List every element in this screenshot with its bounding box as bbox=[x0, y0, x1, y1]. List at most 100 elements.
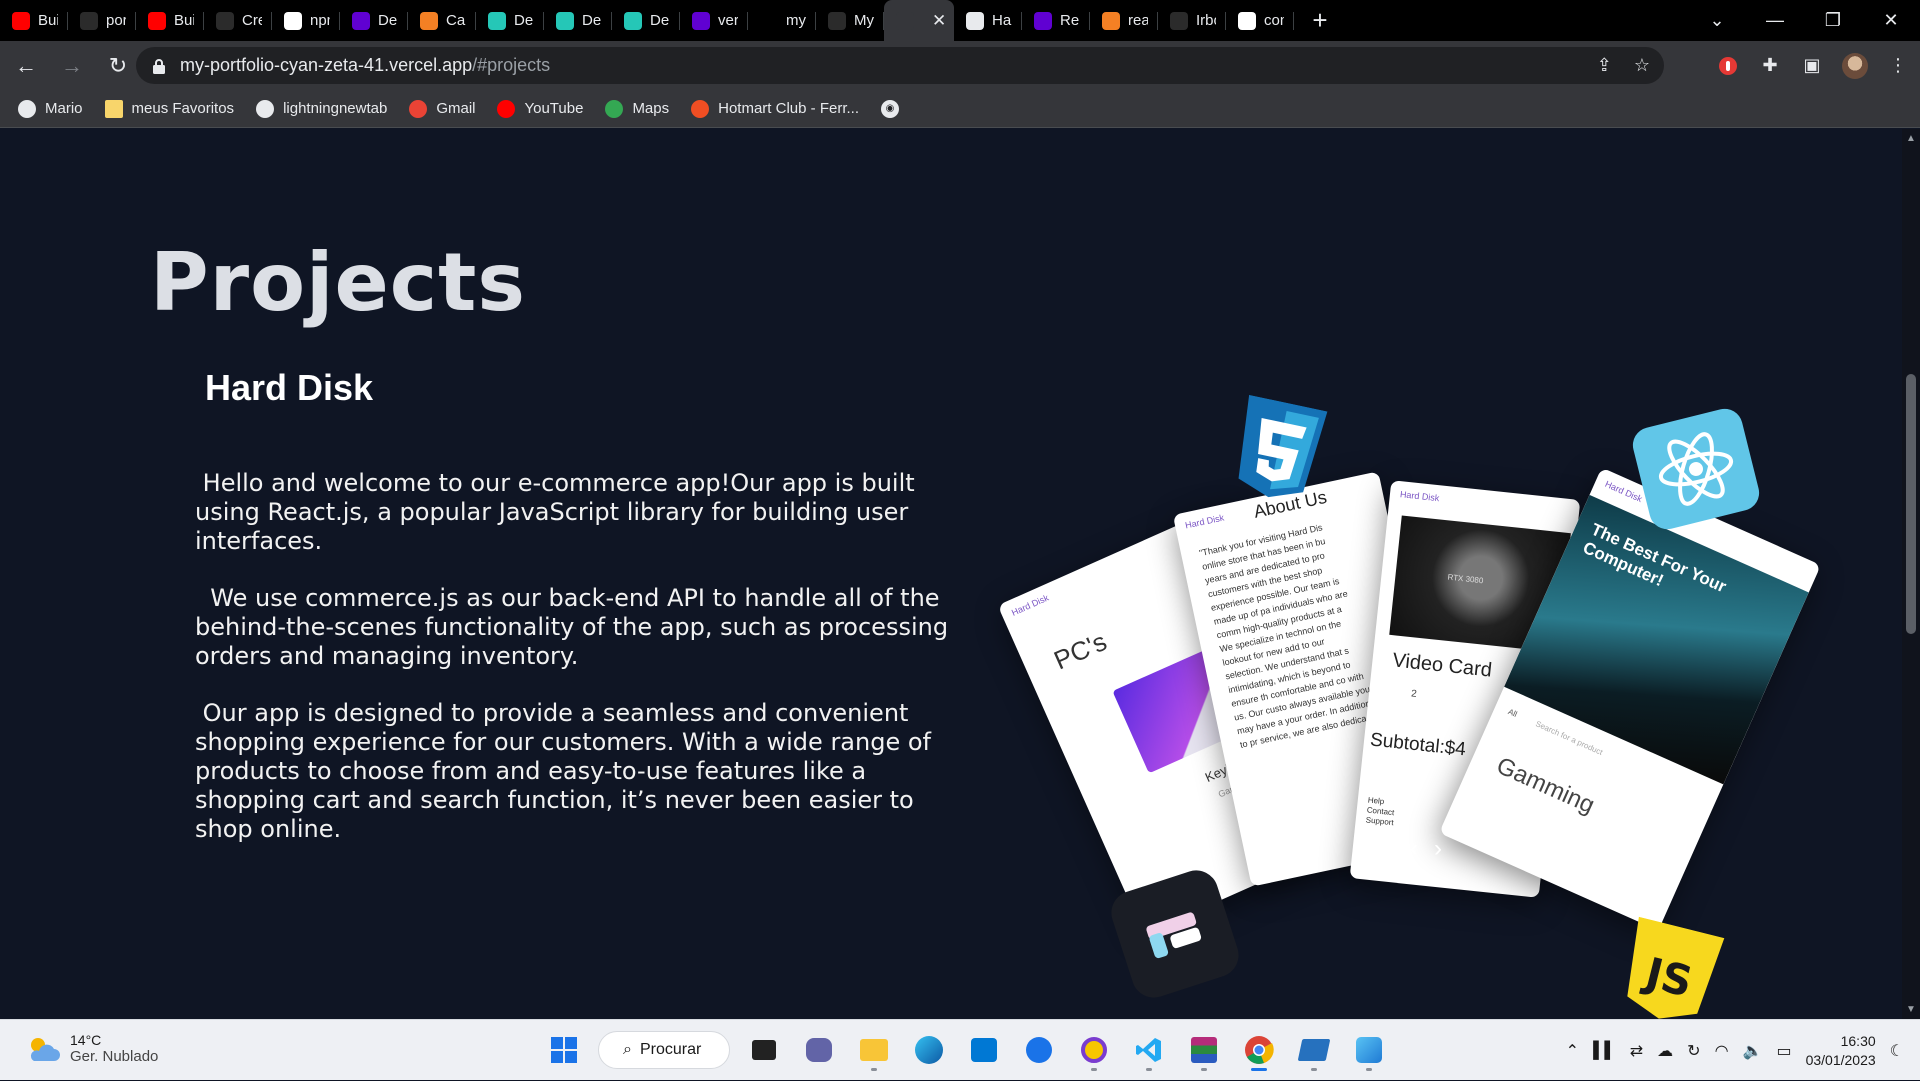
minimize-button[interactable]: — bbox=[1746, 0, 1804, 41]
edge-icon[interactable] bbox=[908, 1028, 950, 1072]
bookmark-list: Mario meus Favoritos lightningnewtab Gmail Y… bbox=[18, 99, 859, 118]
browser-tab[interactable]: com bbox=[1226, 0, 1294, 41]
description-paragraph-2: We use commerce.js as our back-end API t… bbox=[195, 584, 956, 670]
chat-icon[interactable] bbox=[798, 1028, 840, 1072]
forward-button[interactable]: → bbox=[52, 46, 92, 86]
winrar-icon[interactable] bbox=[1183, 1028, 1225, 1072]
browser-tab[interactable]: my-p bbox=[748, 0, 816, 41]
tab-title: Build bbox=[174, 12, 194, 29]
browser-tab[interactable]: verce bbox=[680, 0, 748, 41]
bookmark-item[interactable]: Mario bbox=[18, 99, 83, 118]
messenger-icon[interactable] bbox=[1018, 1028, 1060, 1072]
tab-title: Build bbox=[38, 12, 58, 29]
restore-button[interactable]: ❐ bbox=[1804, 0, 1862, 41]
bookmark-label: meus Favoritos bbox=[131, 100, 235, 117]
taskbar-search[interactable]: ⌕ Procurar bbox=[598, 1031, 730, 1069]
photos-icon[interactable] bbox=[1348, 1028, 1390, 1072]
browser-tab[interactable]: npm bbox=[272, 0, 340, 41]
description-paragraph-1: Hello and welcome to our e-commerce app!… bbox=[195, 469, 923, 555]
vscode-icon[interactable] bbox=[1128, 1028, 1170, 1072]
bookmark-item[interactable]: YouTube bbox=[497, 99, 583, 118]
bookmark-star-icon[interactable]: ☆ bbox=[1634, 55, 1650, 76]
file-explorer-icon[interactable] bbox=[853, 1028, 895, 1072]
search-icon: ⌕ bbox=[623, 1041, 632, 1058]
profile-avatar[interactable] bbox=[1842, 52, 1868, 79]
windows-taskbar: 14°C Ger. Nublado ⌕ Procurar ⌃ ▌▌ ⇄ ☁ ↻ … bbox=[0, 1019, 1920, 1080]
tray-refresh-icon[interactable]: ↻ bbox=[1687, 1041, 1700, 1061]
browser-tab[interactable]: react bbox=[1090, 0, 1158, 41]
github-icon bbox=[1170, 11, 1188, 30]
battery-icon[interactable]: ▭ bbox=[1776, 1041, 1791, 1061]
browser-tab[interactable]: Depl bbox=[340, 0, 408, 41]
powershell-icon[interactable] bbox=[1293, 1028, 1335, 1072]
bookmark-item[interactable]: lightningnewtab bbox=[256, 99, 388, 118]
bookmark-globe[interactable]: ◉ bbox=[880, 99, 908, 118]
task-view-icon[interactable] bbox=[743, 1028, 785, 1072]
clock[interactable]: 16:30 03/01/2023 bbox=[1806, 1032, 1876, 1070]
browser-tab[interactable]: Depl bbox=[612, 0, 680, 41]
browser-tab[interactable]: MyPo bbox=[816, 0, 884, 41]
scrollbar-thumb[interactable] bbox=[1906, 374, 1916, 634]
side-panel-icon[interactable]: ▣ bbox=[1800, 54, 1824, 78]
tab-search-icon[interactable]: ⌄ bbox=[1688, 0, 1746, 41]
notifications-icon[interactable]: ☾ bbox=[1890, 1041, 1904, 1061]
carousel-next-icon[interactable]: › bbox=[1434, 835, 1442, 863]
clock-date: 03/01/2023 bbox=[1805, 1051, 1876, 1068]
back-button[interactable]: ← bbox=[6, 46, 46, 86]
browser-tab[interactable]: Rend bbox=[1022, 0, 1090, 41]
browser-tab[interactable]: Cann bbox=[408, 0, 476, 41]
scroll-up-icon[interactable]: ▲ bbox=[1902, 133, 1920, 144]
tab-title: Depl bbox=[582, 12, 602, 29]
browser-tab[interactable]: Irbor bbox=[1158, 0, 1226, 41]
volume-icon[interactable]: 🔈 bbox=[1743, 1041, 1763, 1061]
browser-tab[interactable]: Creat bbox=[204, 0, 272, 41]
card-gaming-title: Gamming bbox=[1492, 752, 1599, 820]
browser-tab[interactable]: Hard bbox=[954, 0, 1022, 41]
wifi-icon[interactable]: ◠ bbox=[1715, 1041, 1729, 1061]
bookmark-item[interactable]: meus Favoritos bbox=[104, 99, 235, 118]
netlify-icon bbox=[488, 11, 506, 30]
weather-widget[interactable]: 14°C Ger. Nublado bbox=[26, 1032, 158, 1065]
bookmark-label: Hotmart Club - Ferr... bbox=[718, 100, 859, 117]
page-scrollbar[interactable]: ▲ ▼ bbox=[1902, 129, 1920, 1019]
carousel-prev-icon[interactable]: ‹ bbox=[1410, 835, 1418, 863]
bookmark-item[interactable]: Gmail bbox=[409, 99, 475, 118]
extension-red-icon[interactable] bbox=[1716, 54, 1740, 78]
page-title: Projects bbox=[150, 236, 527, 329]
bookmark-item[interactable]: Maps bbox=[605, 99, 669, 118]
bookmark-item[interactable]: Hotmart Club - Ferr... bbox=[691, 99, 859, 118]
maps-icon bbox=[605, 99, 624, 118]
close-window-button[interactable]: ✕ bbox=[1862, 0, 1920, 41]
tray-sync-icon[interactable]: ⇄ bbox=[1630, 1041, 1643, 1061]
bookmark-label: lightningnewtab bbox=[283, 100, 388, 117]
folder-icon bbox=[104, 99, 123, 118]
tray-app-icon[interactable]: ▌▌ bbox=[1593, 1042, 1616, 1060]
bookmark-label: Mario bbox=[45, 100, 83, 117]
browser-tab[interactable]: Build bbox=[136, 0, 204, 41]
project-carousel: Hard Disk PC's KeyBoard Gamer Key Boar H… bbox=[997, 269, 1860, 1019]
store-icon[interactable] bbox=[963, 1028, 1005, 1072]
footer-help: Help bbox=[1367, 795, 1385, 807]
tab-title: Cann bbox=[446, 12, 466, 29]
browser-tab[interactable]: Depl bbox=[544, 0, 612, 41]
github-icon bbox=[216, 11, 234, 30]
hero-text: The Best For Your Computer! bbox=[1580, 519, 1730, 597]
address-bar[interactable]: my-portfolio-cyan-zeta-41.vercel.app/#pr… bbox=[136, 47, 1664, 84]
scroll-down-icon[interactable]: ▼ bbox=[1902, 1004, 1920, 1015]
close-tab-icon[interactable]: ✕ bbox=[932, 11, 946, 31]
browser-tab[interactable]: portf bbox=[68, 0, 136, 41]
browser-tab[interactable]: Build bbox=[0, 0, 68, 41]
reload-button[interactable]: ↻ bbox=[98, 46, 138, 86]
start-button[interactable] bbox=[543, 1028, 585, 1072]
new-tab-button[interactable]: + bbox=[1300, 0, 1340, 41]
extensions-icon[interactable]: ✚ bbox=[1758, 54, 1782, 78]
norton-icon[interactable] bbox=[1073, 1028, 1115, 1072]
browser-tab[interactable]: Depl bbox=[476, 0, 544, 41]
share-icon[interactable]: ⇪ bbox=[1597, 55, 1612, 76]
chrome-icon[interactable] bbox=[1238, 1028, 1280, 1072]
netlify-icon bbox=[624, 11, 642, 30]
chevron-up-icon[interactable]: ⌃ bbox=[1566, 1041, 1579, 1061]
browser-tab[interactable]: M✕ bbox=[884, 0, 954, 41]
onedrive-icon[interactable]: ☁ bbox=[1657, 1041, 1673, 1061]
chrome-menu-icon[interactable]: ⋮ bbox=[1886, 54, 1910, 78]
